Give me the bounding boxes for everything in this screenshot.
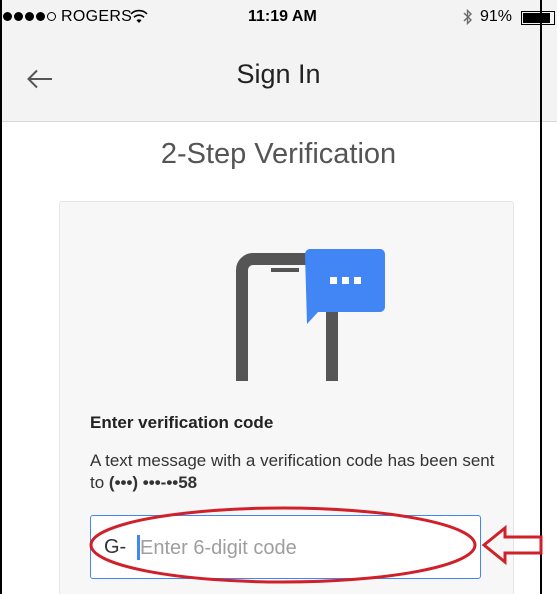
screenshot-left-border [0, 0, 2, 594]
navigation-bar: Sign In [0, 35, 557, 122]
verification-code-field[interactable]: G- [90, 515, 481, 579]
carrier-name: ROGERS [61, 8, 133, 25]
battery-percent: 91% [480, 8, 513, 25]
cellular-signal-icon [3, 12, 56, 21]
masked-phone-number: (•••) •••-••58 [108, 473, 198, 492]
status-bar: ROGERS 11:19 AM 91% [0, 0, 557, 35]
wifi-icon [130, 9, 148, 29]
battery-icon [521, 11, 555, 25]
chat-bubble-icon [305, 249, 385, 324]
bluetooth-icon [462, 8, 473, 30]
battery-level-fill [523, 13, 551, 23]
screenshot-right-border [540, 0, 542, 594]
status-time: 11:19 AM [248, 8, 317, 25]
code-prefix: G- [104, 536, 127, 558]
sms-sent-message: A text message with a verification code … [90, 450, 500, 494]
verification-code-input[interactable] [140, 533, 460, 563]
screen: ROGERS 11:19 AM 91% Sign In 2-Step Verif… [0, 0, 557, 594]
nav-title: Sign In [236, 59, 321, 89]
verification-illustration [236, 249, 385, 381]
page-title: 2-Step Verification [160, 138, 397, 170]
verification-code-heading: Enter verification code [90, 413, 274, 432]
